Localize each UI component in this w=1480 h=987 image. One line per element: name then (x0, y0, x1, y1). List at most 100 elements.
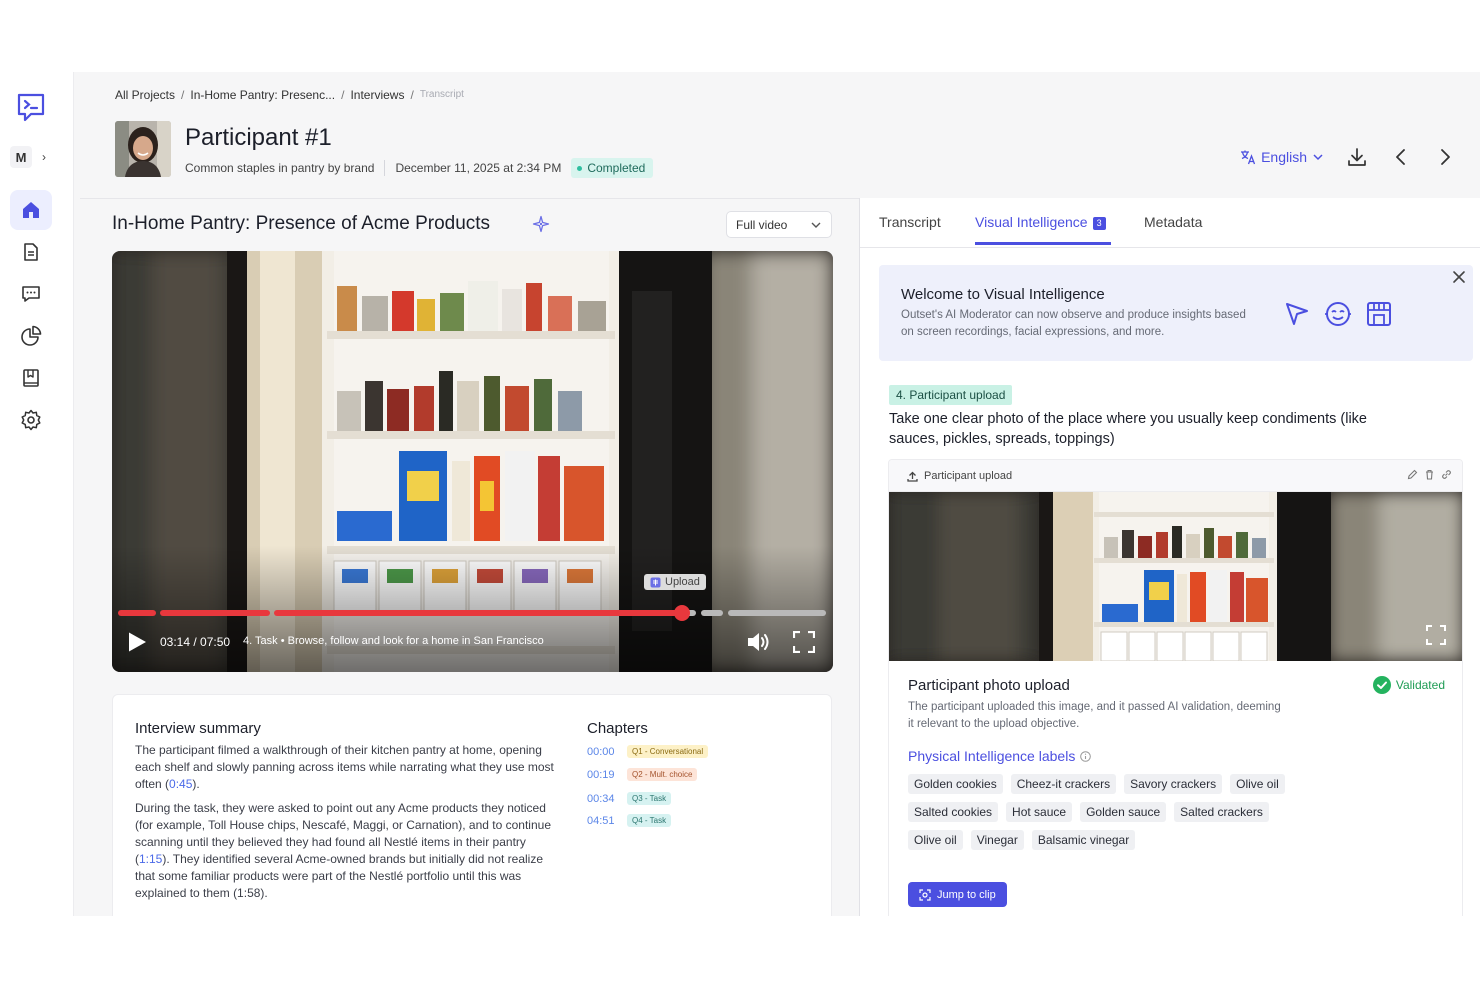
home-icon (23, 202, 39, 218)
clip-icon (919, 888, 931, 901)
breadcrumb-project[interactable]: In-Home Pantry: Presenc... (190, 88, 335, 102)
video-player[interactable]: Upload 03:14 / 07:50 4. Task • Browse, f… (112, 251, 833, 672)
upload-icon (907, 471, 918, 482)
upload-box-header: Participant upload (889, 460, 1462, 492)
tab-metadata[interactable]: Metadata (1144, 214, 1202, 230)
sidebar-item-library[interactable] (10, 358, 52, 398)
volume-icon[interactable] (746, 630, 772, 654)
store-icon (1367, 302, 1391, 326)
chapters-title: Chapters (587, 720, 648, 737)
app-shell: M › All Projects / In-Home Pantry: Prese… (0, 72, 1480, 916)
jump-to-clip-button[interactable]: Jump to clip (908, 882, 1007, 907)
upload-marker-icon (650, 577, 661, 587)
breadcrumb-all-projects[interactable]: All Projects (115, 88, 175, 102)
video-current-task: 4. Task • Browse, follow and look for a … (243, 635, 544, 647)
summary-paragraph: During the task, they were asked to poin… (135, 801, 551, 900)
right-panel: Transcript Visual Intelligence 3 Metadata… (860, 198, 1480, 916)
chapter-item[interactable]: 04:51 Q4 - Task (587, 814, 672, 827)
upload-title: Participant photo upload (908, 677, 1070, 694)
chapter-tag: Q3 - Task (627, 792, 672, 805)
tab-visual-intelligence[interactable]: Visual Intelligence 3 (975, 214, 1106, 230)
label-chip[interactable]: Salted crackers (1174, 802, 1269, 822)
sidebar-item-interviews[interactable] (10, 274, 52, 314)
task-card: 4. Participant upload Take one clear pho… (878, 373, 1473, 916)
video-timeline[interactable] (118, 605, 826, 621)
outset-logo-icon[interactable] (14, 90, 48, 124)
active-tab-underline (975, 242, 1111, 245)
label-chip[interactable]: Cheez-it crackers (1010, 774, 1117, 794)
trash-icon[interactable] (1424, 469, 1435, 480)
participant-title: Participant #1 (185, 124, 332, 151)
video-view-select[interactable]: Full video (726, 211, 832, 238)
timeline-segment[interactable] (728, 610, 826, 616)
interview-date: December 11, 2025 at 2:34 PM (395, 161, 562, 175)
label-chip[interactable]: Olive oil (1230, 774, 1285, 794)
close-icon[interactable] (1452, 270, 1466, 284)
check-circle-icon (1372, 676, 1391, 694)
previous-participant-icon[interactable] (1390, 146, 1412, 168)
chapter-tag: Q4 - Task (627, 814, 672, 827)
uploaded-photo[interactable] (889, 492, 1462, 661)
sidebar-item-settings[interactable] (10, 400, 52, 440)
label-chip[interactable]: Olive oil (908, 830, 963, 850)
summary-paragraph: The participant filmed a walkthrough of … (135, 743, 554, 791)
timeline-segment[interactable] (118, 610, 156, 616)
participant-meta: Common staples in pantry by brand Decemb… (185, 158, 654, 178)
physical-intelligence-title: Physical Intelligence labels (908, 748, 1092, 764)
upload-description: The participant uploaded this image, and… (908, 701, 1281, 730)
timeline-segment[interactable] (274, 610, 682, 616)
next-participant-icon[interactable] (1434, 146, 1456, 168)
play-icon[interactable] (126, 631, 148, 653)
timestamp-link[interactable]: 0:45 (169, 777, 192, 791)
label-chip[interactable]: Balsamic vinegar (1031, 830, 1136, 850)
upload-box-title: Participant upload (924, 470, 1013, 482)
label-chip[interactable]: Hot sauce (1006, 802, 1073, 822)
sidebar-item-home[interactable] (10, 190, 52, 230)
download-icon[interactable] (1346, 146, 1368, 168)
label-chip[interactable]: Salted cookies (908, 802, 999, 822)
timeline-segment[interactable] (160, 610, 270, 616)
chevron-down-icon (811, 222, 821, 228)
sparkle-icon[interactable] (532, 215, 550, 233)
fullscreen-icon[interactable] (793, 631, 815, 653)
link-icon[interactable] (1441, 469, 1452, 480)
document-icon (24, 243, 38, 261)
timestamp-link[interactable]: 1:15 (139, 852, 162, 866)
fullscreen-icon[interactable] (1426, 625, 1446, 645)
timeline-segment[interactable] (701, 610, 723, 616)
workspace-switcher[interactable]: M › (10, 146, 46, 168)
label-chip[interactable]: Golden cookies (908, 774, 1003, 794)
interview-summary-card: Interview summary The participant filmed… (112, 694, 832, 916)
chapter-tag: Q2 - Mult. choice (627, 768, 698, 781)
tab-count-badge: 3 (1092, 217, 1106, 230)
validated-badge: Validated (1372, 676, 1445, 694)
gear-icon (21, 409, 41, 431)
chapter-item[interactable]: 00:00 Q1 - Conversational (587, 745, 709, 758)
cursor-icon (1286, 303, 1308, 325)
timeline-scrubber[interactable] (674, 605, 690, 621)
workspace-badge: M (10, 146, 32, 168)
translate-icon (1241, 150, 1256, 165)
chapter-item[interactable]: 00:19 Q2 - Mult. choice (587, 768, 698, 781)
summary-title: Interview summary (135, 720, 261, 737)
tab-transcript[interactable]: Transcript (879, 214, 941, 230)
task-question: Take one clear photo of the place where … (889, 411, 1367, 447)
label-chip[interactable]: Vinegar (970, 830, 1024, 850)
language-select[interactable]: English (1240, 149, 1324, 165)
video-time: 03:14 / 07:50 (160, 635, 231, 649)
label-chip[interactable]: Savory crackers (1124, 774, 1223, 794)
chapter-item[interactable]: 00:34 Q3 - Task (587, 792, 672, 805)
chevron-right-icon: › (42, 150, 46, 164)
chat-icon (22, 286, 40, 302)
status-badge: Completed (571, 158, 654, 178)
info-icon[interactable] (1080, 750, 1092, 762)
pie-chart-icon (21, 325, 42, 346)
study-short-name: Common staples in pantry by brand (185, 161, 375, 175)
edit-icon[interactable] (1407, 469, 1418, 480)
sidebar-item-documents[interactable] (10, 232, 52, 272)
breadcrumb-interviews[interactable]: Interviews (350, 88, 404, 102)
label-chip[interactable]: Golden sauce (1080, 802, 1167, 822)
sidebar-item-analytics[interactable] (10, 316, 52, 356)
chevron-down-icon (1313, 154, 1323, 161)
participant-upload-box: Participant upload Participant photo upl… (888, 459, 1463, 916)
